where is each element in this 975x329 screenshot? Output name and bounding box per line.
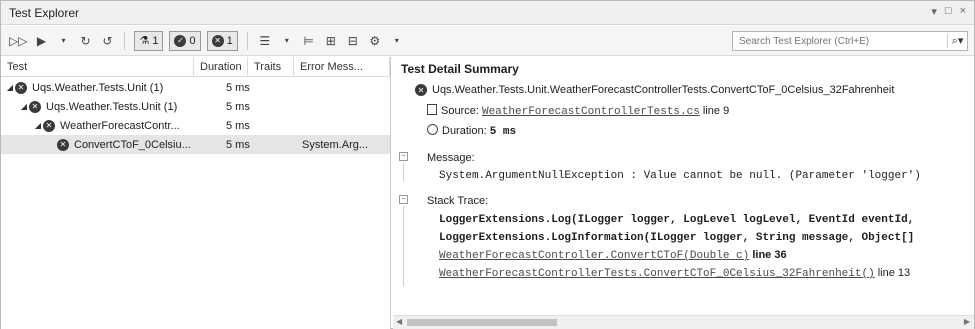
toolbar-separator [124, 31, 126, 50]
failed-icon: ✕ [211, 34, 224, 47]
search-box: ⌕▾ [732, 31, 968, 51]
stack-frame-text: LoggerExtensions.Log(ILogger logger, Log… [439, 214, 915, 226]
source-file-link[interactable]: WeatherForecastControllerTests.cs [482, 106, 700, 118]
failed-icon: ✕ [29, 100, 41, 113]
stack-frame-line: line 13 [877, 267, 911, 279]
window-controls: ▾ □ × [931, 5, 966, 18]
stack-frame-line: line 36 [752, 249, 787, 261]
message-label: Message: [427, 152, 475, 164]
source-file-icon [427, 104, 437, 115]
dropdown-icon[interactable]: ▾ [931, 5, 937, 18]
source-line-number: line 9 [702, 105, 730, 117]
stack-frame-link[interactable]: WeatherForecastControllerTests.ConvertCT… [439, 268, 875, 280]
passed-tests-filter[interactable]: ✓ 0 [169, 30, 201, 51]
table-row[interactable]: ◢ ✕ WeatherForecastContr... 5 ms [1, 116, 390, 135]
source-label: Source: [441, 105, 479, 117]
stack-frame-link[interactable]: WeatherForecastController.ConvertCToF(Do… [439, 250, 749, 262]
column-header-error[interactable]: Error Mess... [294, 57, 390, 77]
scrollbar-thumb[interactable] [407, 319, 557, 326]
search-input[interactable] [733, 32, 947, 50]
expand-all-icon[interactable]: ⊞ [323, 31, 339, 51]
column-header-traits[interactable]: Traits [248, 57, 294, 77]
failed-count: 1 [226, 34, 233, 47]
table-row[interactable]: ◢ ✕ Uqs.Weather.Tests.Unit (1) 5 ms [1, 78, 390, 97]
flask-icon: ⚗ [139, 35, 150, 47]
table-row[interactable]: ◢ ✕ Uqs.Weather.Tests.Unit (1) 5 ms [1, 97, 390, 116]
stack-frame-text: LoggerExtensions.LogInformation(ILogger … [439, 232, 915, 244]
stack-frame: LoggerExtensions.Log(ILogger logger, Log… [439, 213, 914, 226]
expand-triangle-icon[interactable]: ◢ [33, 121, 43, 130]
collapse-message-icon[interactable]: − [399, 152, 408, 161]
playlist-icon[interactable]: ☰ [257, 31, 273, 51]
test-name-line: ✕ Uqs.Weather.Tests.Unit.WeatherForecast… [415, 84, 894, 96]
failed-icon: ✕ [415, 84, 427, 96]
maximize-icon[interactable]: □ [945, 5, 952, 18]
stack-guide-line [403, 206, 404, 286]
failed-icon: ✕ [15, 81, 27, 94]
settings-dropdown-icon[interactable]: ▾ [389, 31, 405, 51]
toolbar: ▷▷ ▶ ▾ ↻ ↺ ⚗ 1 ✓ 0 ✕ 1 ☰ ▾ ⊨ ⊞ ⊟ ⚙ ▾ ⌕▾ [1, 26, 974, 56]
expand-triangle-icon[interactable]: ◢ [5, 83, 15, 92]
row-duration: 5 ms [226, 119, 250, 132]
test-tree: ◢ ✕ Uqs.Weather.Tests.Unit (1) 5 ms ◢ ✕ … [1, 78, 390, 154]
test-explorer-window: Test Explorer ▾ □ × ▷▷ ▶ ▾ ↻ ↺ ⚗ 1 ✓ 0 ✕… [0, 0, 975, 329]
clock-icon [427, 124, 438, 135]
row-error: System.Arg... [302, 138, 369, 151]
row-name: ConvertCToF_0Celsiu... [74, 138, 191, 151]
test-detail-pane: Test Detail Summary ✕ Uqs.Weather.Tests.… [393, 57, 974, 329]
duration-value: 5 ms [489, 126, 517, 138]
close-icon[interactable]: × [960, 5, 966, 18]
detail-title: Test Detail Summary [401, 62, 519, 76]
duration-label: Duration: [442, 125, 487, 137]
row-name: WeatherForecastContr... [60, 119, 180, 132]
message-guide-line [403, 163, 404, 181]
collapse-stack-icon[interactable]: − [399, 195, 408, 204]
column-headers: Test Duration Traits Error Mess... [1, 57, 390, 77]
scroll-right-icon[interactable]: ▶ [964, 317, 970, 326]
failed-icon: ✕ [57, 138, 69, 151]
group-by-icon[interactable]: ⊨ [301, 31, 317, 51]
scroll-left-icon[interactable]: ◀ [396, 317, 402, 326]
row-duration: 5 ms [226, 100, 250, 113]
playlist-dropdown-icon[interactable]: ▾ [279, 31, 295, 51]
failed-icon: ✕ [43, 119, 55, 132]
test-list-pane: Test Duration Traits Error Mess... ◢ ✕ U… [1, 57, 391, 329]
toolbar-separator [246, 31, 248, 50]
stack-frame: WeatherForecastController.ConvertCToF(Do… [439, 249, 787, 262]
horizontal-scrollbar[interactable]: ◀ ▶ [393, 315, 974, 329]
total-count: 1 [152, 34, 159, 47]
test-full-name: Uqs.Weather.Tests.Unit.WeatherForecastCo… [432, 84, 895, 96]
table-row-selected[interactable]: ✕ ConvertCToF_0Celsiu... 5 ms System.Arg… [1, 135, 390, 154]
failed-tests-filter[interactable]: ✕ 1 [206, 30, 238, 51]
title-bar: Test Explorer ▾ □ × [1, 1, 974, 25]
settings-icon[interactable]: ⚙ [367, 31, 383, 51]
run-dropdown-icon[interactable]: ▾ [55, 31, 71, 51]
row-name: Uqs.Weather.Tests.Unit (1) [46, 100, 178, 113]
row-duration: 5 ms [226, 81, 250, 94]
passed-count: 0 [189, 34, 196, 47]
message-text: System.ArgumentNullException : Value can… [439, 170, 921, 182]
search-icon[interactable]: ⌕▾ [947, 34, 967, 48]
row-duration: 5 ms [226, 138, 250, 151]
passed-icon: ✓ [174, 34, 187, 47]
collapse-all-icon[interactable]: ⊟ [345, 31, 361, 51]
source-line: Source: WeatherForecastControllerTests.c… [427, 104, 729, 118]
stack-label: Stack Trace: [427, 195, 489, 207]
total-tests-filter[interactable]: ⚗ 1 [134, 30, 164, 51]
stack-frame: LoggerExtensions.LogInformation(ILogger … [439, 231, 914, 244]
window-title: Test Explorer [9, 5, 80, 20]
column-header-duration[interactable]: Duration [194, 57, 248, 77]
run-icon[interactable]: ▶ [33, 31, 49, 51]
expand-triangle-icon[interactable]: ◢ [19, 102, 29, 111]
stack-frame: WeatherForecastControllerTests.ConvertCT… [439, 267, 910, 280]
duration-line: Duration: 5 ms [427, 124, 516, 138]
run-all-icon[interactable]: ▷▷ [9, 31, 27, 51]
column-header-test[interactable]: Test [1, 57, 194, 77]
run-failed-icon[interactable]: ↺ [99, 31, 115, 51]
repeat-run-icon[interactable]: ↻ [77, 31, 93, 51]
row-name: Uqs.Weather.Tests.Unit (1) [32, 81, 164, 94]
